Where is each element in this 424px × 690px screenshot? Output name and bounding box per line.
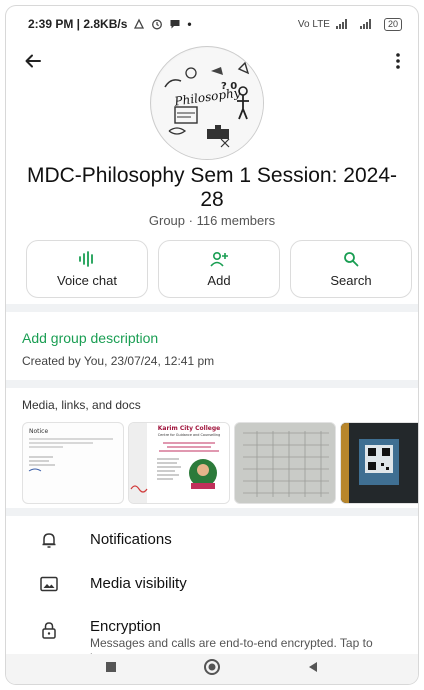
voice-chat-label: Voice chat: [57, 272, 117, 288]
status-right: Vo LTE 20: [297, 17, 402, 31]
description-section: Add group description Created by You, 23…: [6, 316, 418, 378]
media-title[interactable]: Media, links, and docs: [22, 398, 141, 412]
signal-icon: [134, 18, 145, 29]
thumb-centre-text: Centre for Guidance and Counselling: [158, 433, 220, 437]
system-nav-bar: [6, 654, 418, 684]
voice-chat-button[interactable]: Voice chat: [26, 240, 148, 298]
group-meta: Group · 116 members: [148, 213, 276, 228]
search-icon: [344, 251, 359, 266]
voice-wave-icon: [79, 250, 93, 267]
thumb-notice-text: Notice: [29, 428, 48, 435]
back-triangle-icon: [309, 662, 317, 672]
more-options-button[interactable]: [388, 48, 408, 74]
battery-icon: 20: [383, 17, 402, 31]
svg-text:? 0: ? 0: [221, 81, 237, 92]
status-time: 2:39 PM | 2.8KB/s: [28, 17, 128, 31]
search-button[interactable]: Search: [290, 240, 412, 298]
photo-thumbnail-image: [235, 423, 335, 503]
cell-signal-icon: [335, 19, 347, 29]
back-button[interactable]: [20, 48, 46, 74]
image-icon: [38, 573, 60, 595]
qr-photo-thumbnail-image: [341, 423, 418, 503]
group-name: MDC-Philosophy Sem 1 Session: 2024-28: [26, 164, 397, 211]
notifications-label: Notifications: [90, 531, 172, 548]
add-description-link[interactable]: Add group description: [22, 330, 402, 346]
section-divider: [6, 508, 418, 516]
home-button[interactable]: [203, 658, 221, 681]
action-buttons: Voice chat Add Search: [6, 240, 418, 298]
more-vertical-icon: [396, 53, 400, 69]
media-thumbnails: Notice Karim City College Centre for Gui…: [22, 422, 418, 504]
group-avatar[interactable]: Philosophy ? 0: [150, 46, 264, 160]
chat-bubble-icon: [170, 20, 180, 29]
search-label: Search: [330, 272, 372, 288]
media-thumbnail[interactable]: [340, 422, 418, 504]
media-visibility-label: Media visibility: [90, 575, 187, 592]
document-thumbnail-image: Notice: [28, 428, 113, 472]
thumb-college-text: Karim City College: [158, 425, 220, 432]
status-dot: •: [187, 17, 192, 31]
section-divider: [6, 304, 418, 312]
notifications-row[interactable]: Notifications: [6, 520, 418, 560]
cell-signal-2-icon: [359, 19, 371, 29]
media-section: Media, links, and docs Notice Karim City…: [6, 388, 418, 508]
media-thumbnail[interactable]: Notice: [22, 422, 124, 504]
avatar-doodle-image: Philosophy ? 0: [152, 48, 263, 159]
encryption-row[interactable]: Encryption Messages and calls are end-to…: [6, 610, 418, 665]
arrow-left-icon: [25, 54, 41, 68]
poster-thumbnail-image: Karim City College Centre for Guidance a…: [129, 423, 229, 503]
media-visibility-row[interactable]: Media visibility: [6, 564, 418, 604]
media-thumbnail[interactable]: Karim City College Centre for Guidance a…: [128, 422, 230, 504]
media-thumbnail[interactable]: [234, 422, 336, 504]
add-label: Add: [207, 272, 231, 288]
add-person-icon: [210, 251, 228, 267]
home-icon: [204, 658, 220, 675]
add-button[interactable]: Add: [158, 240, 280, 298]
alarm-icon: [152, 19, 163, 30]
recents-icon: [106, 662, 116, 672]
network-label: Vo LTE: [297, 18, 330, 30]
created-by-text: Created by You, 23/07/24, 12:41 pm: [22, 354, 215, 368]
encryption-label: Encryption: [90, 618, 161, 635]
status-bar: 2:39 PM | 2.8KB/s • Vo LTE 20: [6, 6, 418, 42]
bell-icon: [38, 529, 60, 551]
back-nav-button[interactable]: [307, 660, 319, 678]
section-divider: [6, 380, 418, 388]
status-left: 2:39 PM | 2.8KB/s •: [28, 17, 192, 31]
phone-screen: 2:39 PM | 2.8KB/s • Vo LTE 20 Philosophy…: [6, 6, 418, 684]
recents-button[interactable]: [105, 660, 117, 678]
lock-icon: [38, 619, 60, 641]
